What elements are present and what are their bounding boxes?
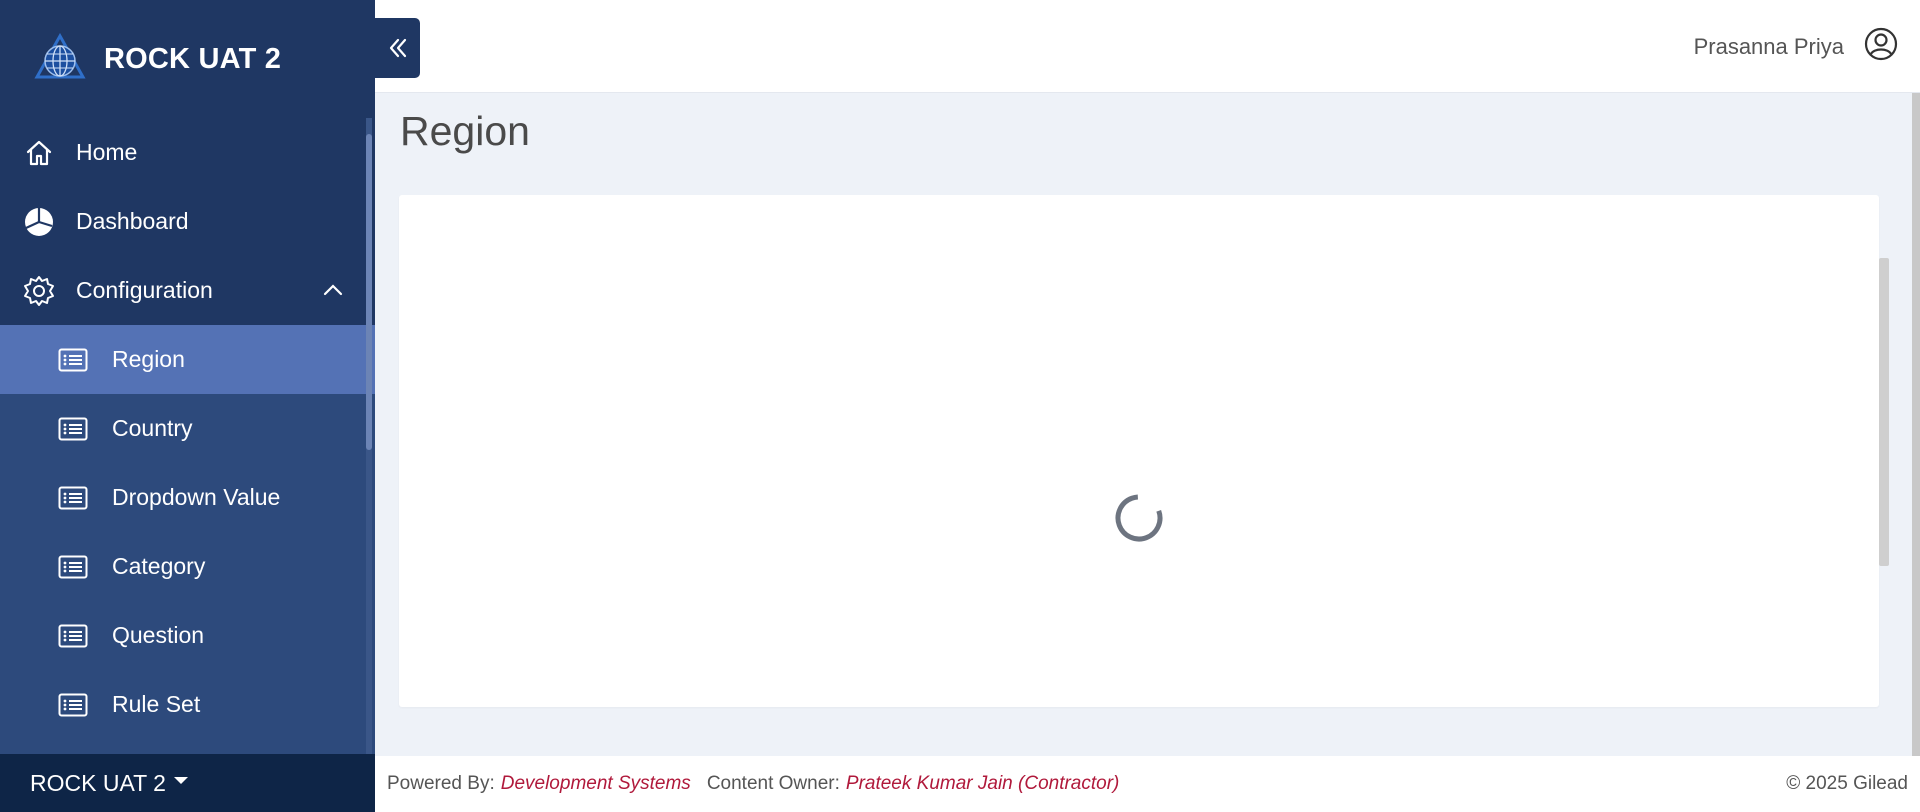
globe-logo-icon [34, 33, 86, 79]
copyright-text: © 2025 Gilead [1786, 773, 1908, 794]
sidebar-item-label: Home [76, 139, 138, 165]
pie-chart-icon [22, 205, 56, 239]
sidebar-item-home[interactable]: Home [0, 118, 375, 187]
powered-by-link[interactable]: Development Systems [501, 773, 691, 795]
sidebar-item-rule-set[interactable]: Rule Set [0, 670, 375, 739]
list-icon [58, 414, 92, 444]
top-header: Prasanna Priya [375, 0, 1920, 93]
list-icon [58, 483, 92, 513]
page-title: Region [400, 108, 530, 154]
content-owner-label: Content Owner: [706, 773, 840, 794]
double-chevron-left-icon [389, 38, 406, 58]
loading-spinner-icon [1115, 494, 1163, 542]
gear-icon [22, 274, 56, 308]
chevron-up-icon[interactable] [321, 278, 345, 302]
content-card [399, 195, 1879, 707]
powered-by-label: Powered By: [387, 773, 495, 794]
nav-primary: Home Dashboard Configuration [0, 118, 375, 325]
sidebar-scrollbar-thumb[interactable] [366, 134, 372, 450]
sidebar-item-region[interactable]: Region [0, 325, 375, 394]
sidebar-collapse-button[interactable] [375, 18, 420, 78]
content-owner-link[interactable]: Prateek Kumar Jain (Contractor) [846, 773, 1120, 795]
sidebar-item-label: Dashboard [76, 208, 189, 234]
list-icon [58, 621, 92, 651]
sidebar-item-category[interactable]: Category [0, 532, 375, 601]
sidebar: ROCK UAT 2 Home Dashboard Configuration [0, 0, 375, 812]
environment-selector[interactable]: ROCK UAT 2 [0, 754, 375, 812]
sidebar-item-dashboard[interactable]: Dashboard [0, 187, 375, 256]
sidebar-item-country[interactable]: Country [0, 394, 375, 463]
list-icon [58, 552, 92, 582]
list-icon [58, 345, 92, 375]
user-circle-icon[interactable] [1864, 27, 1898, 61]
brand[interactable]: ROCK UAT 2 [0, 0, 375, 118]
sidebar-item-question[interactable]: Question [0, 601, 375, 670]
sidebar-item-configuration[interactable]: Configuration [0, 256, 375, 325]
user-name[interactable]: Prasanna Priya [1694, 34, 1844, 60]
environment-label: ROCK UAT 2 [30, 769, 166, 796]
footer: Powered By: Development Systems Content … [375, 756, 1920, 812]
sidebar-item-label: Category [112, 553, 206, 579]
home-icon [22, 136, 56, 170]
sidebar-item-label: Region [112, 346, 185, 372]
sidebar-item-label: Dropdown Value [112, 484, 281, 510]
page-scrollbar-thumb[interactable] [1912, 93, 1920, 756]
sidebar-item-label: Question [112, 622, 205, 648]
sidebar-item-label: Rule Set [112, 691, 201, 717]
caret-down-icon [173, 776, 188, 784]
sidebar-item-label: Configuration [76, 277, 213, 303]
sidebar-item-label: Country [112, 415, 193, 441]
content-scrollbar-thumb[interactable] [1879, 258, 1889, 566]
nav-config-submenu: Region Country Dropdown Value Category Q… [0, 325, 375, 739]
list-icon [58, 690, 92, 720]
sidebar-item-dropdown-value[interactable]: Dropdown Value [0, 463, 375, 532]
app-title: ROCK UAT 2 [104, 42, 282, 75]
